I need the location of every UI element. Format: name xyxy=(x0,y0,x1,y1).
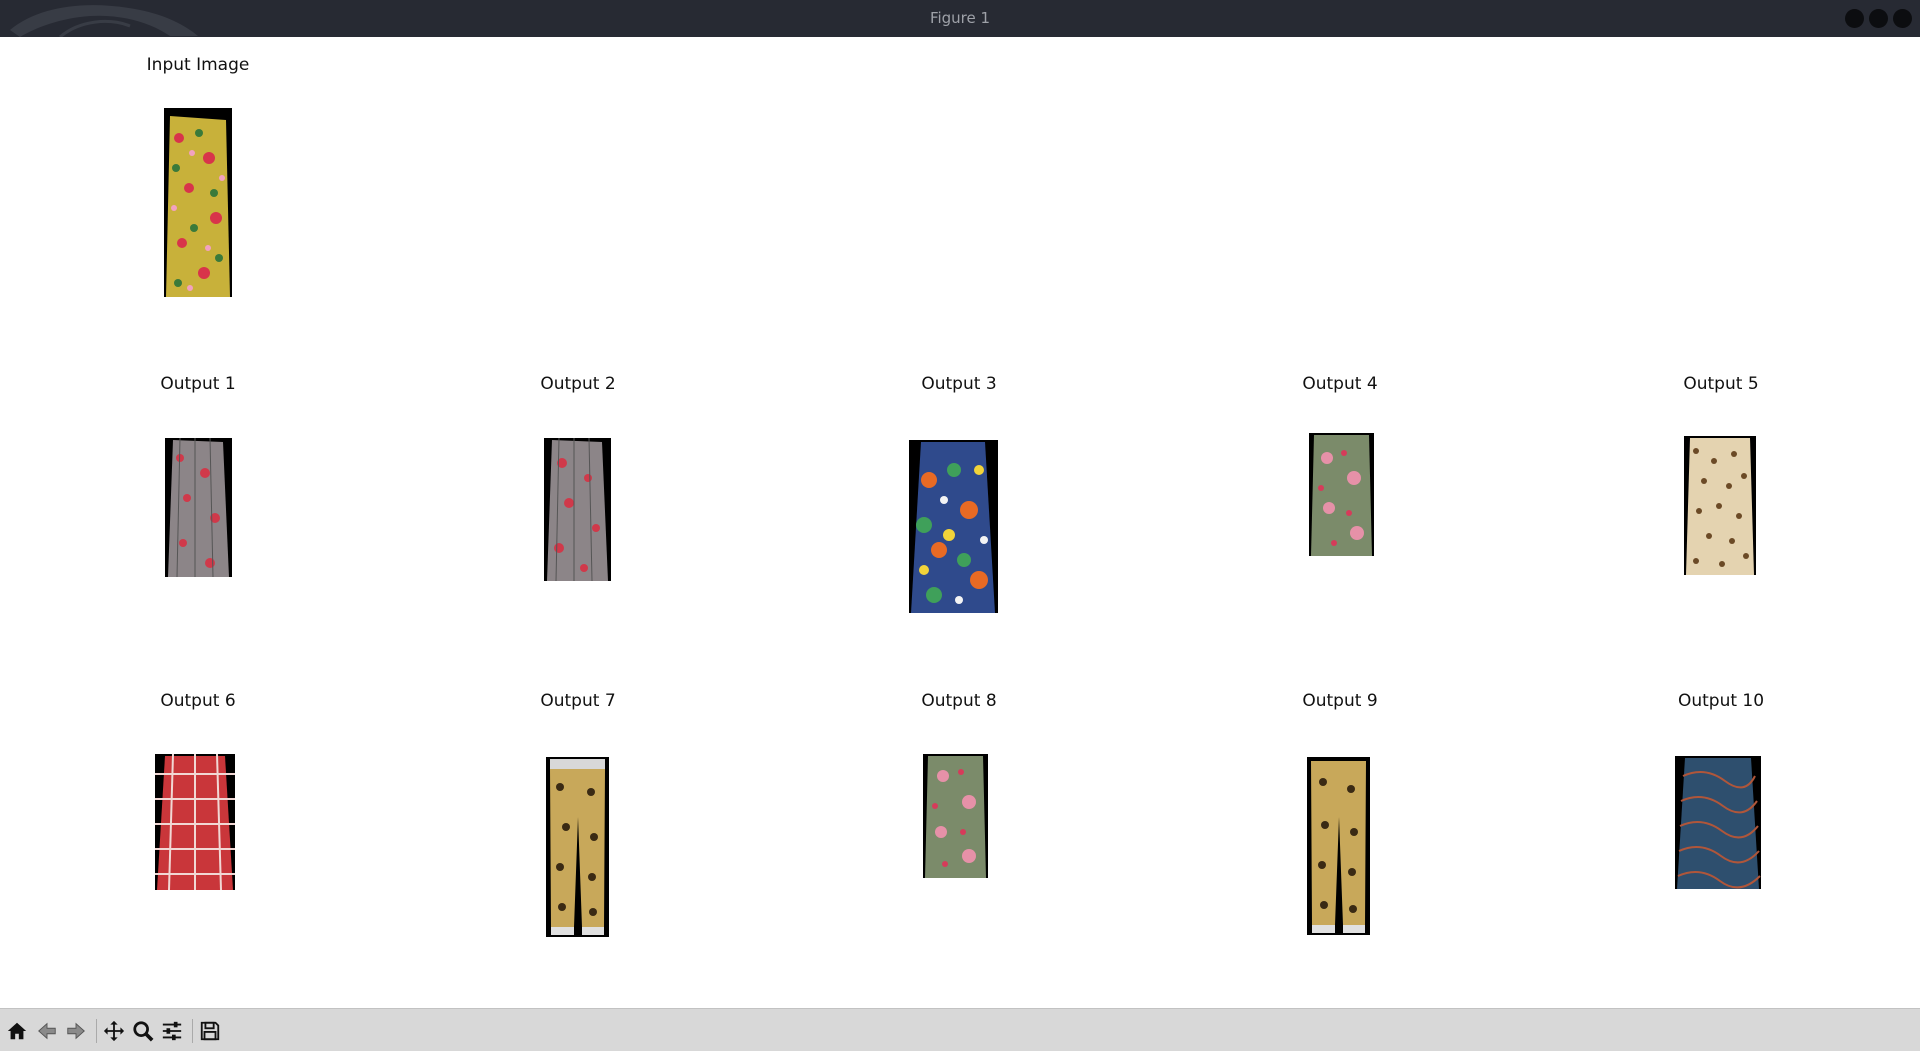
minimize-button[interactable] xyxy=(1845,9,1864,28)
output-6-title: Output 6 xyxy=(160,691,236,711)
zoom-magnifier-icon[interactable] xyxy=(129,1017,157,1045)
output-8-title: Output 8 xyxy=(921,691,997,711)
output-9-title: Output 9 xyxy=(1302,691,1378,711)
output-5-title: Output 5 xyxy=(1683,374,1759,394)
output-2-image xyxy=(544,438,611,581)
close-button[interactable] xyxy=(1893,9,1912,28)
output-4-image xyxy=(1309,433,1374,556)
input-image-title: Input Image xyxy=(146,55,250,75)
input-image xyxy=(164,108,232,297)
title-bar[interactable]: Figure 1 xyxy=(0,0,1920,37)
output-1-title: Output 1 xyxy=(160,374,236,394)
output-9-image xyxy=(1307,757,1370,935)
window-title: Figure 1 xyxy=(929,9,991,27)
figure-canvas[interactable]: Input Image Output 1 Output 2 Output 3 O… xyxy=(0,37,1920,1008)
window-controls xyxy=(1845,9,1912,28)
output-8-image xyxy=(923,754,988,878)
figure-window: Figure 1 Input Image Output 1 Output 2 O… xyxy=(0,0,1920,1051)
forward-arrow-icon[interactable] xyxy=(62,1017,90,1045)
output-10-image xyxy=(1675,756,1761,889)
output-3-title: Output 3 xyxy=(921,374,997,394)
output-7-image xyxy=(546,757,609,937)
output-4-title: Output 4 xyxy=(1302,374,1378,394)
navigation-toolbar xyxy=(0,1008,1920,1051)
maximize-button[interactable] xyxy=(1869,9,1888,28)
output-6-image xyxy=(155,754,235,890)
home-icon[interactable] xyxy=(3,1017,31,1045)
output-1-image xyxy=(165,438,232,577)
toolbar-separator xyxy=(96,1019,97,1043)
toolbar-separator xyxy=(192,1019,193,1043)
output-7-title: Output 7 xyxy=(540,691,616,711)
output-2-title: Output 2 xyxy=(540,374,616,394)
output-10-title: Output 10 xyxy=(1677,691,1765,711)
pan-move-icon[interactable] xyxy=(100,1017,128,1045)
output-5-image xyxy=(1684,436,1756,575)
configure-subplots-icon[interactable] xyxy=(158,1017,186,1045)
save-floppy-icon[interactable] xyxy=(196,1017,224,1045)
output-3-image xyxy=(909,440,998,613)
back-arrow-icon[interactable] xyxy=(33,1017,61,1045)
